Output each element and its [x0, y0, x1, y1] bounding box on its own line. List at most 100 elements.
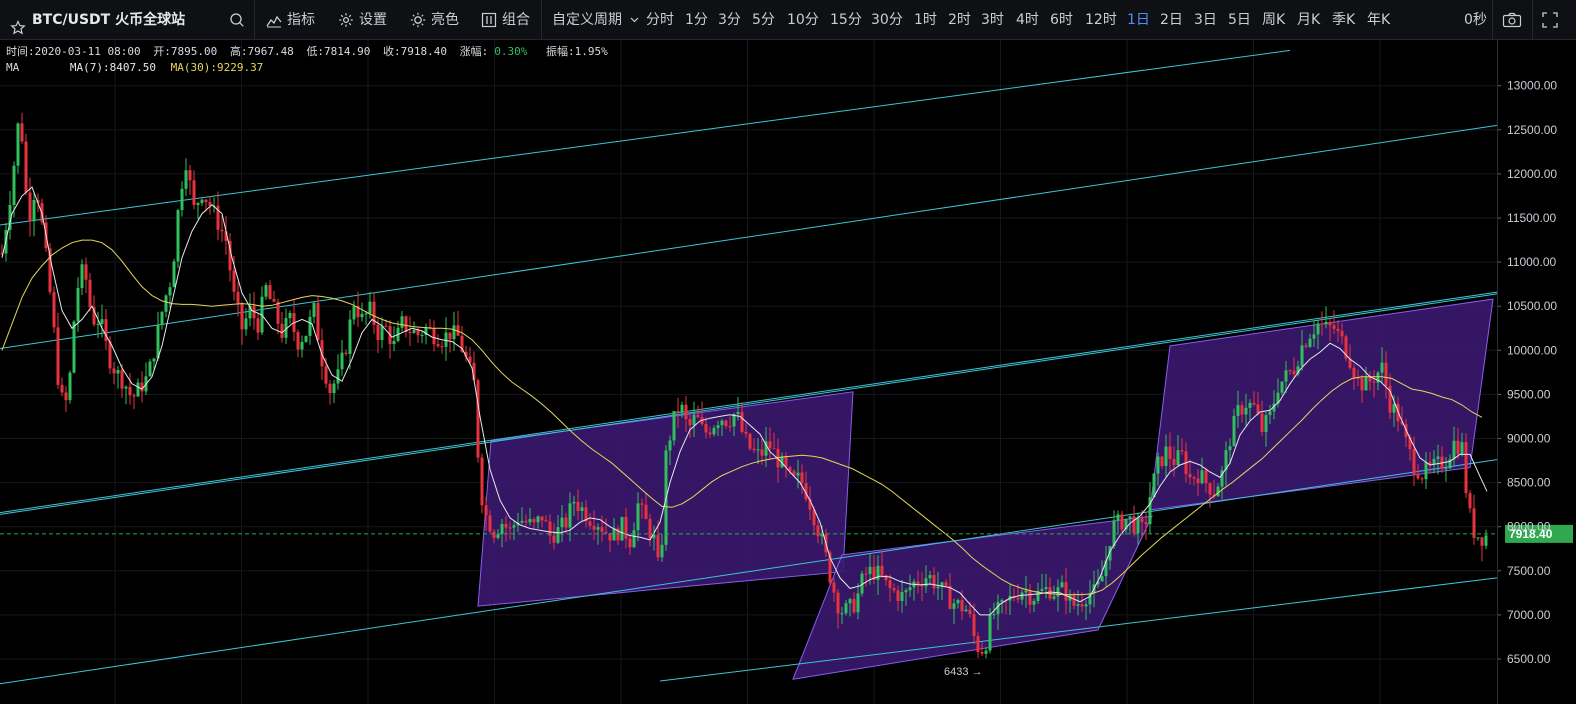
candle-body: [740, 412, 744, 432]
candle-body: [720, 420, 724, 426]
candle-body: [868, 566, 872, 574]
interval-tab-4[interactable]: 10分: [787, 0, 819, 40]
candle-body: [988, 614, 992, 651]
search-icon[interactable]: [229, 12, 245, 28]
price-chart[interactable]: 7918.406433 → 6500.007000.007500.008000.…: [0, 40, 1576, 704]
candle-body: [1332, 325, 1336, 329]
interval-tab-13[interactable]: 1日: [1127, 0, 1150, 40]
candle-body: [748, 433, 752, 449]
candle-body: [1192, 477, 1196, 479]
candle-body: [160, 311, 164, 326]
candle-body: [992, 614, 996, 616]
candle-body: [1324, 321, 1328, 325]
indicators-button[interactable]: 指标: [266, 0, 315, 40]
candle-body: [632, 530, 636, 548]
interval-tab-8[interactable]: 2时: [948, 0, 971, 40]
candle-body: [1084, 604, 1088, 607]
candle-body: [1020, 592, 1024, 600]
candle-body: [24, 141, 28, 193]
info-low: 低:7814.90: [306, 45, 371, 58]
tick-label: 6500.00: [1507, 652, 1551, 666]
candle-body: [220, 229, 224, 232]
candle-body: [408, 331, 412, 333]
candle-body: [1352, 367, 1356, 378]
candle-body: [352, 306, 356, 320]
interval-tab-0[interactable]: 分时: [646, 0, 674, 40]
interval-tab-9[interactable]: 3时: [981, 0, 1004, 40]
custom-period-dropdown[interactable]: 自定义周期: [552, 0, 639, 40]
ma30-value: MA(30):9229.37: [170, 61, 264, 74]
interval-tab-16[interactable]: 5日: [1228, 0, 1251, 40]
candle-body: [968, 609, 972, 615]
candle-body: [448, 332, 452, 340]
candle-body: [400, 316, 404, 328]
settings-button[interactable]: 设置: [338, 0, 387, 40]
interval-tab-20[interactable]: 年K: [1367, 0, 1390, 40]
candle-body: [200, 199, 204, 204]
candle-body: [500, 523, 504, 535]
interval-tab-6[interactable]: 30分: [871, 0, 903, 40]
candle-body: [1076, 604, 1080, 606]
candle-body: [1308, 338, 1312, 347]
candle-body: [976, 636, 980, 653]
interval-tab-14[interactable]: 2日: [1160, 0, 1183, 40]
candle-body: [1468, 493, 1472, 509]
interval-tab-18[interactable]: 月K: [1297, 0, 1320, 40]
candle-body: [1140, 518, 1144, 523]
candle-body: [696, 414, 700, 418]
candle-body: [80, 264, 84, 289]
theme-toggle-button[interactable]: 亮色: [410, 0, 459, 40]
candle-body: [1208, 483, 1212, 495]
candle-body: [540, 516, 544, 521]
candle-body: [88, 279, 92, 308]
interval-tab-2[interactable]: 3分: [718, 0, 741, 40]
candle-body: [288, 313, 292, 319]
candle-body: [1164, 446, 1168, 467]
interval-tab-5[interactable]: 15分: [830, 0, 862, 40]
candle-body: [772, 448, 776, 450]
candle-body: [96, 323, 100, 325]
interval-tab-10[interactable]: 4时: [1016, 0, 1039, 40]
candle-body: [1196, 478, 1200, 484]
candle-body: [1064, 582, 1068, 601]
candle-body: [1288, 370, 1292, 372]
combo-layout-button[interactable]: 组合: [481, 0, 530, 40]
candle-body: [668, 440, 672, 451]
ma-label: MA: [6, 61, 20, 74]
candle-body: [476, 380, 480, 458]
interval-tab-11[interactable]: 6时: [1050, 0, 1073, 40]
info-open: 开:7895.00: [153, 45, 218, 58]
candle-body: [276, 301, 280, 324]
fullscreen-icon[interactable]: [1542, 12, 1558, 28]
candle-body: [528, 519, 532, 523]
candle-body: [536, 516, 540, 523]
interval-tab-17[interactable]: 周K: [1262, 0, 1285, 40]
candle-body: [180, 188, 184, 211]
interval-tab-7[interactable]: 1时: [914, 0, 937, 40]
interval-tab-12[interactable]: 12时: [1085, 0, 1117, 40]
candle-body: [52, 292, 56, 328]
candle-body: [560, 517, 564, 528]
candle-body: [188, 170, 192, 181]
candle-body: [952, 603, 956, 609]
interval-tab-1[interactable]: 1分: [685, 0, 708, 40]
ohlc-info-bar: 时间:2020-03-11 08:00 开:7895.00 高:7967.48 …: [6, 43, 614, 59]
interval-tab-15[interactable]: 3日: [1194, 0, 1217, 40]
candle-body: [1340, 330, 1344, 337]
candle-body: [660, 544, 664, 558]
candle-body: [856, 593, 860, 613]
candle-body: [1236, 405, 1240, 416]
candle-body: [376, 324, 380, 340]
candle-body: [832, 582, 836, 593]
combo-label: 组合: [502, 12, 530, 28]
tick-label: 8500.00: [1507, 476, 1551, 490]
camera-icon[interactable]: [1502, 12, 1522, 28]
candle-body: [932, 575, 936, 589]
candle-body: [1412, 449, 1416, 475]
candle-body: [152, 358, 156, 362]
interval-tab-19[interactable]: 季K: [1332, 0, 1355, 40]
candle-body: [1040, 588, 1044, 591]
candle-body: [972, 614, 976, 637]
candle-body: [864, 573, 868, 575]
interval-tab-3[interactable]: 5分: [752, 0, 775, 40]
